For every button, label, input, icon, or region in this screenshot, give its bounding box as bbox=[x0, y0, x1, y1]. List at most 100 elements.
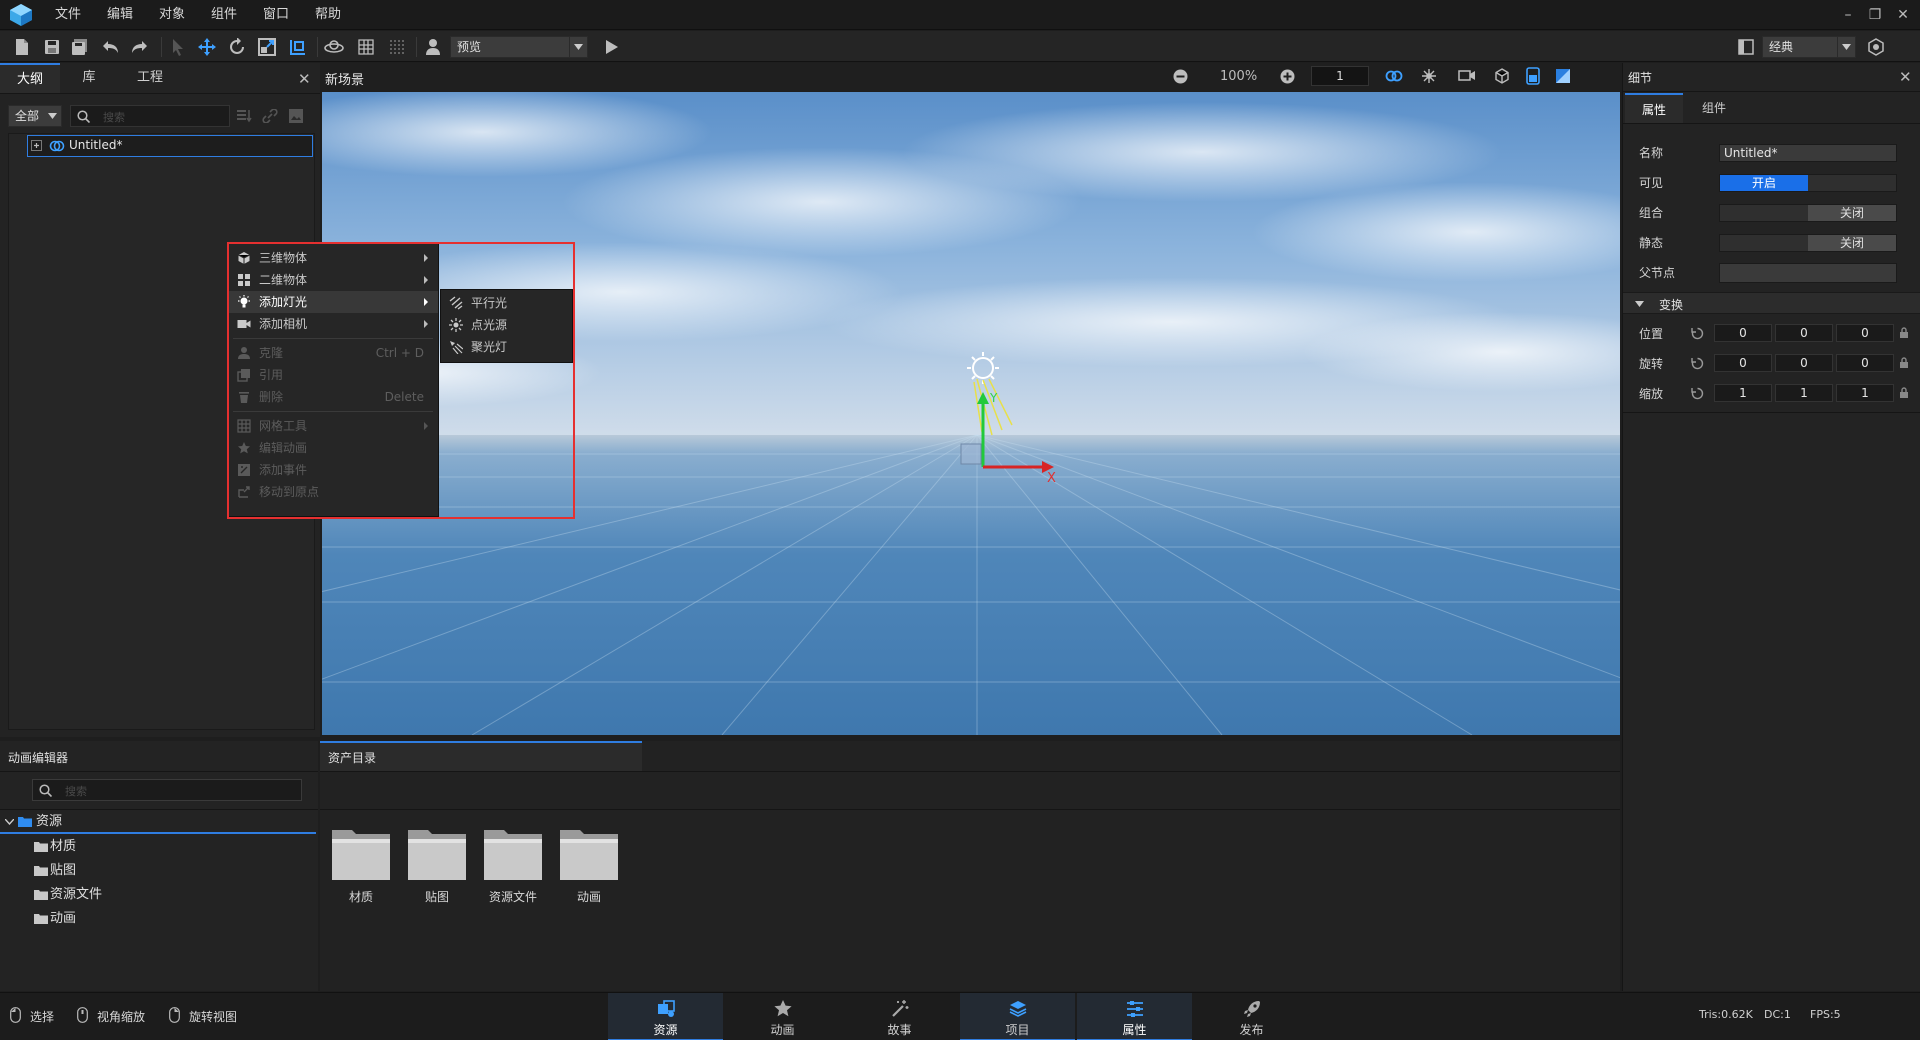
reset-icon[interactable] bbox=[1691, 327, 1704, 340]
tree-row-label: 贴图 bbox=[50, 863, 77, 878]
outline-filter-select[interactable]: 全部 bbox=[8, 105, 62, 127]
tab-properties[interactable]: 属性 bbox=[1625, 93, 1683, 123]
menu-window[interactable]: 窗口 bbox=[263, 0, 289, 30]
zoom-in-icon[interactable] bbox=[1280, 69, 1295, 84]
tree-row-label: 材质 bbox=[50, 839, 77, 854]
environment-icon[interactable] bbox=[322, 35, 346, 59]
position-x-input[interactable]: 0 bbox=[1714, 324, 1772, 342]
minimize-icon[interactable]: – bbox=[1839, 6, 1857, 24]
asset-folder-resource-files[interactable]: 资源文件 bbox=[482, 826, 544, 906]
annotation-highlight-frame bbox=[227, 242, 575, 519]
tree-row[interactable]: Untitled* bbox=[27, 135, 313, 157]
rotate-tool-icon[interactable] bbox=[225, 35, 249, 59]
cube-view-icon[interactable] bbox=[1494, 68, 1510, 84]
settings-hex-icon[interactable] bbox=[1864, 35, 1888, 59]
lock-icon[interactable] bbox=[1899, 326, 1909, 339]
preview-mode-select[interactable]: 预览 bbox=[450, 36, 588, 58]
menu-file[interactable]: 文件 bbox=[55, 0, 81, 30]
toggle-off-label: 关闭 bbox=[1808, 205, 1896, 221]
layout-icon[interactable] bbox=[1734, 35, 1758, 59]
scale-z-input[interactable]: 1 bbox=[1836, 384, 1894, 402]
transform-section-header[interactable]: 变换 bbox=[1623, 292, 1920, 314]
zoom-out-icon[interactable] bbox=[1173, 69, 1188, 84]
details-panel: 细节 ✕ 属性 组件 名称 Untitled* 可见 开启 组合 关闭 静态 关… bbox=[1622, 63, 1920, 991]
rotation-z-input[interactable]: 0 bbox=[1836, 354, 1894, 372]
scale-x-input[interactable]: 1 bbox=[1714, 384, 1772, 402]
select-tool-icon[interactable] bbox=[166, 35, 190, 59]
scale-y-input[interactable]: 1 bbox=[1775, 384, 1833, 402]
menu-component[interactable]: 组件 bbox=[211, 0, 237, 30]
static-toggle[interactable]: 关闭 bbox=[1719, 234, 1897, 252]
visible-toggle[interactable]: 开启 bbox=[1719, 174, 1897, 192]
layer-input[interactable]: 1 bbox=[1311, 66, 1369, 86]
tree-root-resources[interactable]: 资源 bbox=[0, 810, 316, 834]
mode-tab-story[interactable]: 故事 bbox=[842, 993, 957, 1040]
link-icon[interactable] bbox=[262, 109, 278, 123]
tab-project[interactable]: 工程 bbox=[118, 63, 182, 93]
search-placeholder: 搜索 bbox=[65, 785, 87, 798]
grid-icon[interactable] bbox=[354, 35, 378, 59]
expand-icon[interactable] bbox=[31, 140, 42, 151]
mode-tab-project[interactable]: 项目 bbox=[960, 993, 1075, 1040]
mode-tab-publish[interactable]: 发布 bbox=[1194, 993, 1309, 1040]
rotation-y-input[interactable]: 0 bbox=[1775, 354, 1833, 372]
new-file-icon[interactable] bbox=[10, 35, 34, 59]
parent-field[interactable] bbox=[1719, 263, 1897, 283]
outline-search-input[interactable]: 搜索 bbox=[70, 105, 230, 127]
layout-select[interactable]: 经典 bbox=[1762, 36, 1856, 58]
close-icon[interactable]: ✕ bbox=[298, 70, 311, 88]
tab-library[interactable]: 库 bbox=[60, 63, 118, 93]
menu-help[interactable]: 帮助 bbox=[315, 0, 341, 30]
restore-icon[interactable]: ❐ bbox=[1866, 6, 1884, 24]
mode-tab-animation[interactable]: 动画 bbox=[725, 993, 840, 1040]
folder-icon bbox=[18, 817, 32, 827]
lock-icon[interactable] bbox=[1899, 356, 1909, 369]
tab-assets[interactable]: 资产目录 bbox=[320, 741, 642, 771]
group-toggle[interactable]: 关闭 bbox=[1719, 204, 1897, 222]
gradient-icon[interactable] bbox=[1555, 68, 1571, 84]
asset-folder-texture[interactable]: 贴图 bbox=[406, 826, 468, 906]
menu-object[interactable]: 对象 bbox=[159, 0, 185, 30]
position-z-input[interactable]: 0 bbox=[1836, 324, 1894, 342]
snap-tool-icon[interactable] bbox=[286, 35, 310, 59]
undo-icon[interactable] bbox=[99, 35, 123, 59]
search-icon bbox=[39, 784, 52, 797]
tree-row-label: 资源文件 bbox=[50, 887, 103, 902]
panel-divider bbox=[320, 771, 1620, 772]
dot-grid-icon[interactable] bbox=[385, 35, 409, 59]
redo-icon[interactable] bbox=[127, 35, 151, 59]
reset-icon[interactable] bbox=[1691, 387, 1704, 400]
menu-edit[interactable]: 编辑 bbox=[107, 0, 133, 30]
animation-search-input[interactable]: 搜索 bbox=[32, 779, 302, 801]
character-icon[interactable] bbox=[421, 35, 445, 59]
asset-folder-animation[interactable]: 动画 bbox=[558, 826, 620, 906]
tab-outline[interactable]: 大纲 bbox=[0, 63, 60, 93]
asset-folder-material[interactable]: 材质 bbox=[330, 826, 392, 906]
image-icon[interactable] bbox=[288, 108, 304, 124]
rotation-x-input[interactable]: 0 bbox=[1714, 354, 1772, 372]
toolbar-separator bbox=[161, 37, 162, 57]
panel-divider bbox=[1623, 91, 1920, 92]
folder-icon bbox=[560, 830, 618, 880]
physics-icon[interactable] bbox=[1421, 68, 1437, 84]
camera-icon[interactable] bbox=[1458, 69, 1476, 82]
viewport-header: 新场景 100% 1 bbox=[320, 63, 1620, 91]
panel-toggle-icon[interactable] bbox=[1525, 67, 1541, 85]
mode-tab-resources[interactable]: 资源 bbox=[608, 993, 723, 1040]
play-icon[interactable] bbox=[600, 35, 624, 59]
hint-select: 选择 bbox=[30, 1010, 55, 1024]
sync-icon[interactable] bbox=[1385, 68, 1403, 84]
close-icon[interactable]: ✕ bbox=[1894, 6, 1912, 24]
sort-icon[interactable] bbox=[236, 109, 252, 123]
position-y-input[interactable]: 0 bbox=[1775, 324, 1833, 342]
save-all-icon[interactable] bbox=[68, 35, 92, 59]
lock-icon[interactable] bbox=[1899, 386, 1909, 399]
mode-tab-properties[interactable]: 属性 bbox=[1077, 993, 1192, 1040]
move-tool-icon[interactable] bbox=[195, 35, 219, 59]
reset-icon[interactable] bbox=[1691, 357, 1704, 370]
scale-tool-icon[interactable] bbox=[255, 35, 279, 59]
close-icon[interactable]: ✕ bbox=[1899, 68, 1912, 86]
name-input[interactable]: Untitled* bbox=[1719, 144, 1897, 162]
tab-components[interactable]: 组件 bbox=[1683, 93, 1745, 123]
save-icon[interactable] bbox=[40, 35, 64, 59]
